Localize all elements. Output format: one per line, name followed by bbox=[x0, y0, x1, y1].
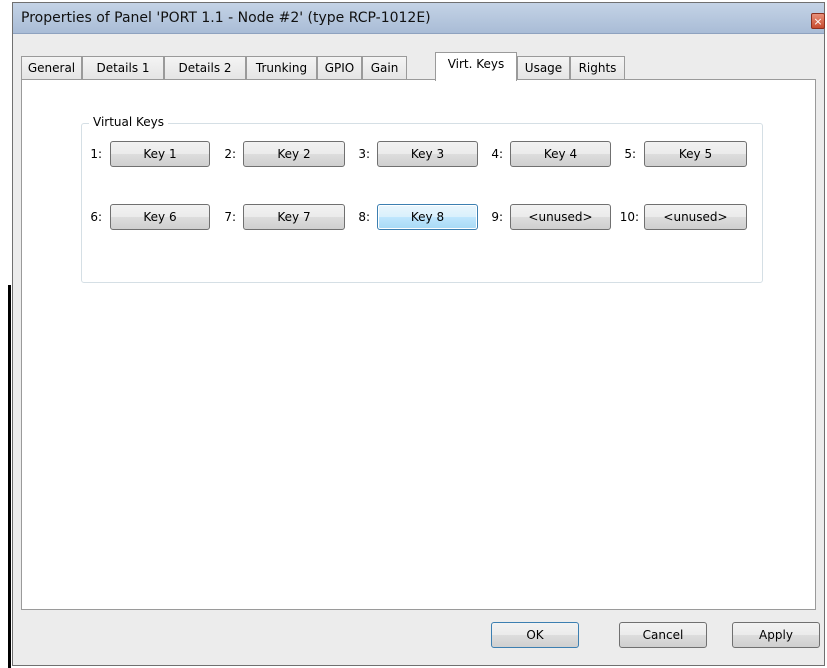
virtual-key-2-button[interactable]: Key 2 bbox=[243, 141, 345, 167]
key-10-number: 10: bbox=[619, 210, 639, 224]
virtual-key-8-button[interactable]: Key 8 bbox=[377, 204, 478, 230]
ok-button[interactable]: OK bbox=[491, 622, 579, 648]
tab-general[interactable]: General bbox=[21, 56, 82, 80]
tab-gpio[interactable]: GPIO bbox=[317, 56, 362, 80]
tab-details-2[interactable]: Details 2 bbox=[164, 56, 246, 80]
virtual-keys-group-label: Virtual Keys bbox=[89, 115, 169, 129]
title-bar[interactable]: Properties of Panel 'PORT 1.1 - Node #2'… bbox=[13, 3, 825, 34]
apply-button[interactable]: Apply bbox=[732, 622, 820, 648]
properties-dialog: Properties of Panel 'PORT 1.1 - Node #2'… bbox=[12, 2, 825, 666]
key-5-number: 5: bbox=[624, 147, 636, 161]
tab-trunking[interactable]: Trunking bbox=[246, 56, 317, 80]
key-6-number: 6: bbox=[90, 210, 102, 224]
tab-usage[interactable]: Usage bbox=[517, 56, 570, 80]
background-left-edge bbox=[0, 0, 8, 668]
key-8-number: 8: bbox=[358, 210, 370, 224]
virtual-key-3-button[interactable]: Key 3 bbox=[377, 141, 478, 167]
key-2-number: 2: bbox=[224, 147, 236, 161]
key-3-number: 3: bbox=[358, 147, 370, 161]
virtual-key-9-button[interactable]: <unused> bbox=[510, 204, 611, 230]
background-window-edge bbox=[8, 285, 11, 668]
key-1-number: 1: bbox=[90, 147, 102, 161]
virtual-key-7-button[interactable]: Key 7 bbox=[243, 204, 345, 230]
tab-gain[interactable]: Gain bbox=[362, 56, 407, 80]
virtual-key-6-button[interactable]: Key 6 bbox=[110, 204, 210, 230]
virtual-key-4-button[interactable]: Key 4 bbox=[510, 141, 611, 167]
virtual-key-1-button[interactable]: Key 1 bbox=[110, 141, 210, 167]
close-icon[interactable]: × bbox=[811, 13, 825, 29]
virtual-key-10-button[interactable]: <unused> bbox=[644, 204, 747, 230]
tab-details-1[interactable]: Details 1 bbox=[82, 56, 164, 80]
key-7-number: 7: bbox=[224, 210, 236, 224]
tab-virt-keys[interactable]: Virt. Keys bbox=[435, 52, 517, 81]
key-4-number: 4: bbox=[491, 147, 503, 161]
window-title: Properties of Panel 'PORT 1.1 - Node #2'… bbox=[21, 10, 431, 26]
dialog-client-area: General Details 1 Details 2 Trunking GPI… bbox=[13, 34, 824, 665]
virtual-key-5-button[interactable]: Key 5 bbox=[644, 141, 747, 167]
virt-keys-panel: Virtual Keys 1: Key 1 2: Key 2 3: Key 3 … bbox=[21, 79, 816, 610]
cancel-button[interactable]: Cancel bbox=[619, 622, 707, 648]
tab-rights[interactable]: Rights bbox=[570, 56, 625, 80]
key-9-number: 9: bbox=[491, 210, 503, 224]
